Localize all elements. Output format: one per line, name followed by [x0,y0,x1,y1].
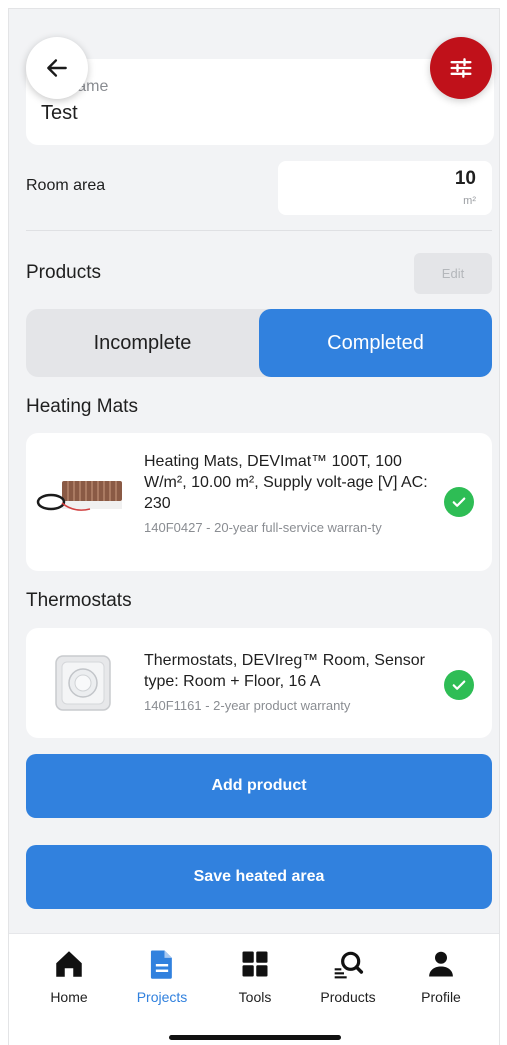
filter-button[interactable] [430,37,492,99]
product-title: Heating Mats, DEVImat™ 100T, 100 W/m², 1… [144,453,428,512]
sliders-icon [450,58,472,78]
nav-label: Home [50,989,88,1005]
product-card-thermostat[interactable]: Thermostats, DEVIreg™ Room, Sensor type:… [26,628,492,738]
nav-label: Tools [238,989,272,1005]
bottom-navigation: Home Projects Tools Products Profile [9,933,499,1045]
section-title-heating-mats: Heating Mats [26,396,138,417]
thermostat-image [55,655,111,711]
product-subtitle: 140F1161 - 2-year product warranty [144,698,351,713]
save-heated-area-button[interactable]: Save heated area [26,845,492,909]
add-product-button[interactable]: Add product [26,754,492,818]
product-search-icon [330,946,366,982]
room-area-label: Room area [26,177,106,194]
product-card-heating-mat[interactable]: Heating Mats, DEVImat™ 100T, 100 W/m², 1… [26,433,492,571]
room-area-unit: m² [463,195,476,207]
project-name-field[interactable] [26,59,494,145]
nav-profile[interactable]: Profile [396,946,486,1006]
section-title-thermostats: Thermostats [26,590,132,611]
heating-mat-image [36,481,122,511]
back-button[interactable] [26,37,88,99]
project-name-value[interactable]: Test [41,102,78,125]
home-indicator [169,1035,341,1040]
tab-completed[interactable]: Completed [259,309,492,377]
room-area-input[interactable]: 10 m² [278,161,492,215]
product-title: Thermostats, DEVIreg™ Room, Sensor type:… [144,652,425,690]
nav-home[interactable]: Home [24,946,114,1006]
nav-label: Profile [421,989,461,1005]
check-circle-icon [444,487,474,517]
grid-icon [237,946,273,982]
edit-button[interactable]: Edit [414,253,492,294]
nav-label: Projects [136,989,188,1005]
products-title: Products [26,262,101,283]
divider [26,230,492,231]
document-icon [144,946,180,982]
nav-label: Products [320,989,376,1005]
nav-products[interactable]: Products [303,946,393,1006]
arrow-left-icon [47,59,67,77]
check-circle-icon [444,670,474,700]
nav-tools[interactable]: Tools [210,946,300,1006]
nav-projects[interactable]: Projects [117,946,207,1006]
person-icon [423,946,459,982]
home-icon [51,946,87,982]
app-screen: n name Test Room area 10 m² Products Edi… [8,8,500,1045]
tab-incomplete[interactable]: Incomplete [26,309,259,377]
room-area-value: 10 [454,168,476,189]
status-segmented-control: Incomplete Completed [26,309,492,377]
product-subtitle: 140F0427 - 20-year full-service warran-t… [144,520,382,535]
